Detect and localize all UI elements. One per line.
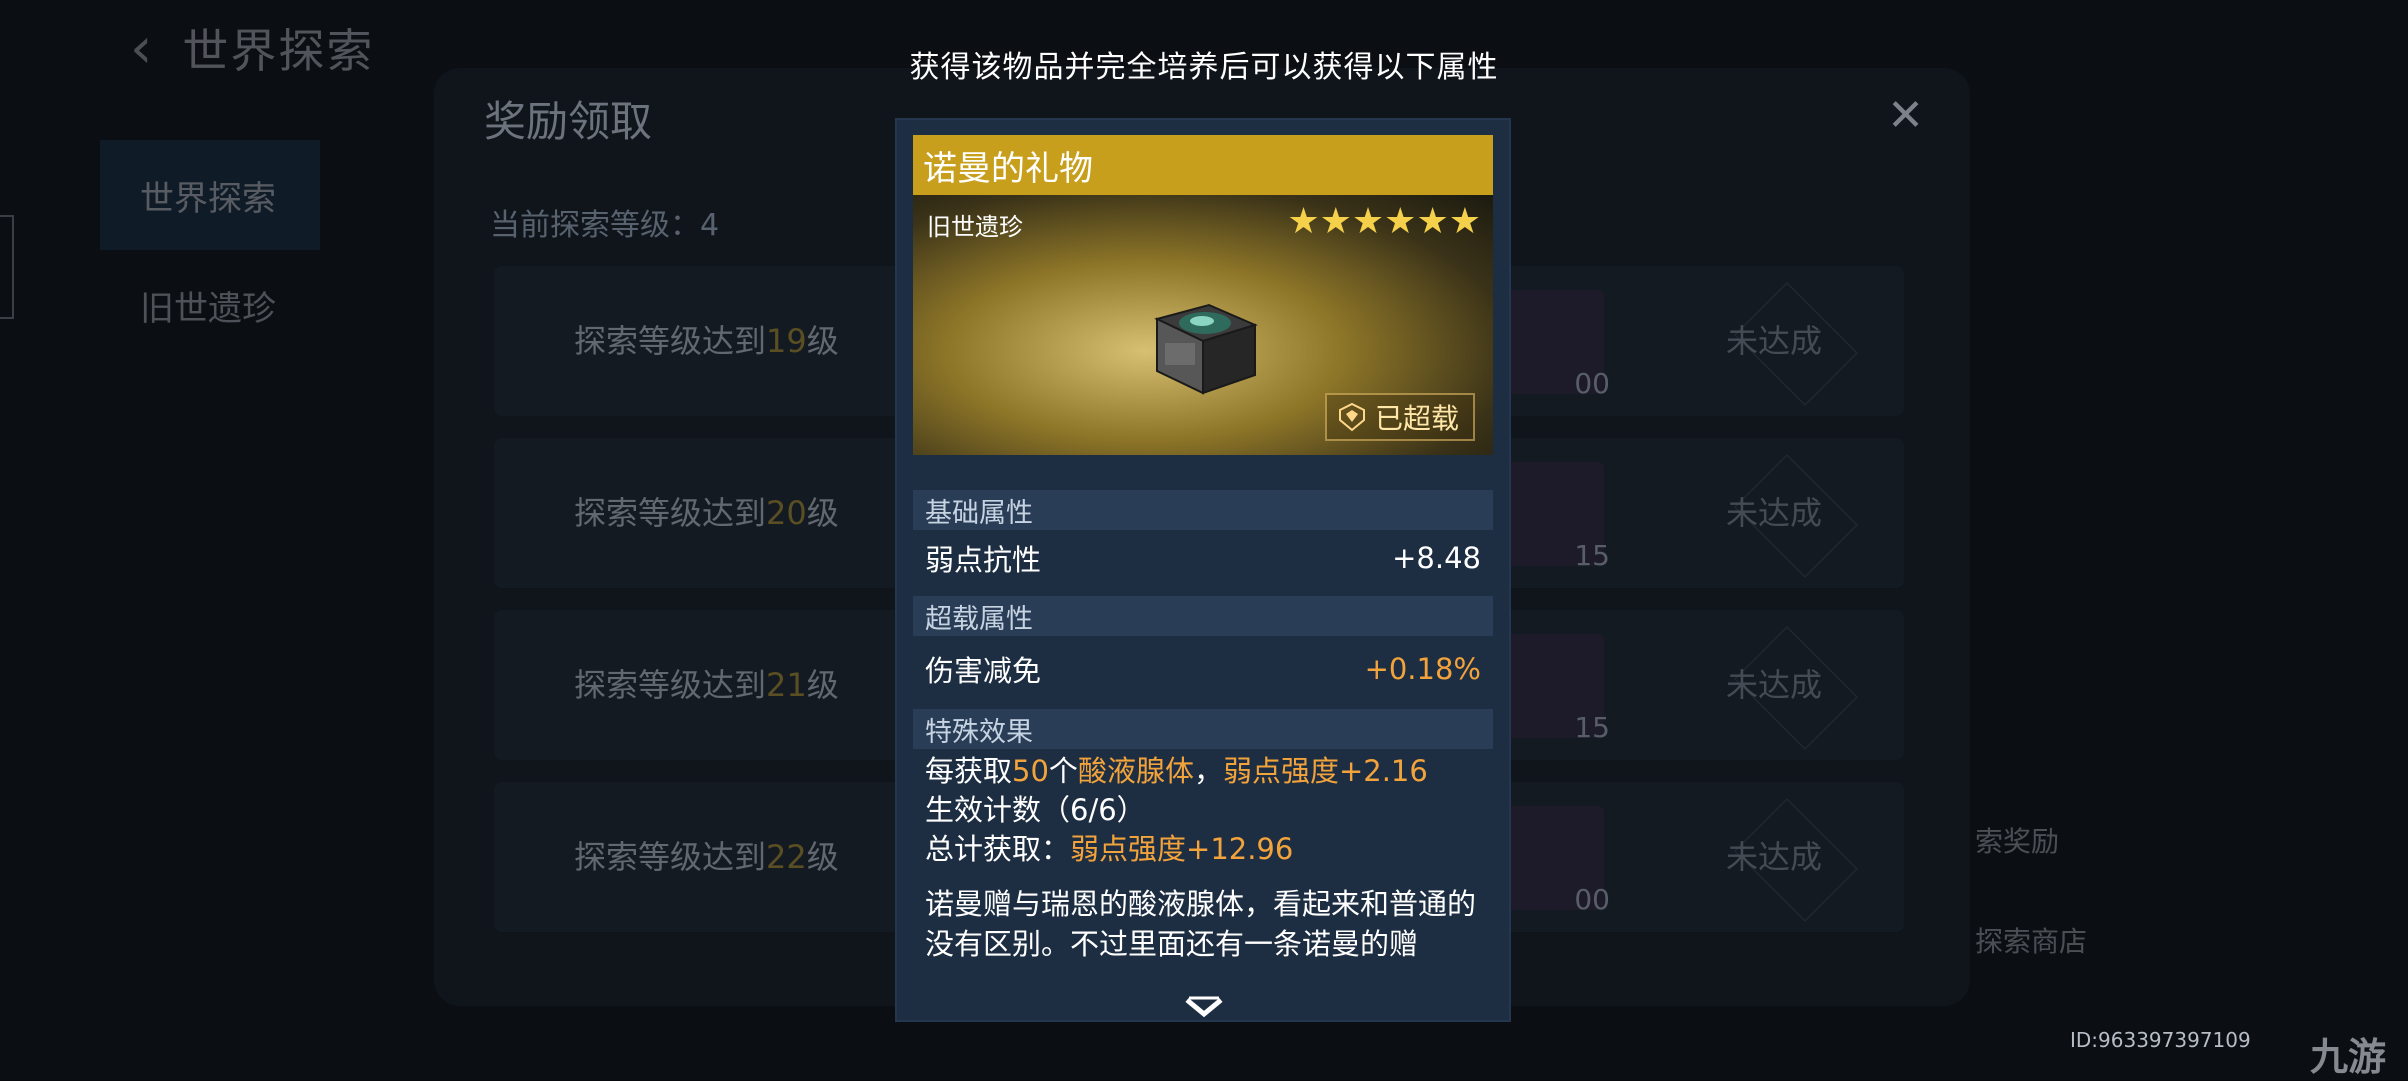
bg-panel-title: 奖励领取 <box>484 97 653 146</box>
base-attr-row: 弱点抗性 +8.48 <box>913 530 1493 586</box>
attr-value: +8.48 <box>1392 541 1481 575</box>
status-label: 未达成 <box>1725 494 1822 532</box>
bg-sidebar: 世界探索 旧世遗珍 <box>100 140 320 360</box>
sidebar-item-label: 世界探索 <box>140 178 276 219</box>
close-icon[interactable]: ✕ <box>1887 90 1924 141</box>
attr-value: +0.18% <box>1364 652 1481 686</box>
item-description: 诺曼赠与瑞恩的酸液腺体，看起来和普通的没有区别。不过里面还有一条诺曼的赠 <box>925 887 1477 961</box>
base-attr-header: 基础属性 <box>913 490 1493 530</box>
status-label: 未达成 <box>1725 838 1822 876</box>
sidebar-item-world-explore[interactable]: 世界探索 <box>100 140 320 250</box>
status-label: 未达成 <box>1725 322 1822 360</box>
gem-shield-icon <box>1338 402 1365 432</box>
reward-item[interactable]: 15 <box>1494 634 1610 744</box>
special-effect-header: 特殊效果 <box>913 709 1493 749</box>
explore-reward-link[interactable]: 索奖励 <box>1975 820 2087 860</box>
effect-line-1: 每获取50个酸液腺体，弱点强度+2.16 <box>925 754 1428 788</box>
attr-name: 伤害减免 <box>925 654 1042 688</box>
reward-condition: 探索等级达到20级 <box>574 494 839 532</box>
sidebar-item-label: 旧世遗珍 <box>140 288 276 329</box>
reward-item[interactable]: 15 <box>1494 462 1610 572</box>
special-effect-text: 每获取50个酸液腺体，弱点强度+2.16 生效计数（6/6） 总计获取：弱点强度… <box>925 752 1485 869</box>
left-edge-handle <box>0 215 14 319</box>
explore-shop-link[interactable]: 探索商店 <box>1975 920 2087 960</box>
rarity-stars: ★★★★★★ <box>1287 201 1481 242</box>
item-detail-card: 诺曼的礼物 旧世遗珍 ★★★★★★ 已超载 基础属性 弱点抗性 +8.48 超载… <box>897 120 1509 1020</box>
overload-attr-row: 伤害减免 +0.18% <box>913 641 1493 697</box>
relic-box-icon <box>1154 303 1258 395</box>
effect-line-3: 总计获取：弱点强度+12.96 <box>925 832 1294 866</box>
modal-caption: 获得该物品并完全培养后可以获得以下属性 <box>909 50 1499 85</box>
overload-attr-header: 超载属性 <box>913 596 1493 636</box>
effect-line-2: 生效计数（6/6） <box>925 793 1146 827</box>
bg-current-level: 当前探索等级：4 <box>490 208 720 243</box>
reward-condition: 探索等级达到22级 <box>574 838 839 876</box>
reward-item[interactable]: 00 <box>1494 806 1610 916</box>
overload-badge-label: 已超载 <box>1374 402 1459 435</box>
user-id: ID:963397397109 <box>2070 1028 2251 1052</box>
reward-item[interactable]: 00 <box>1494 290 1610 400</box>
item-name: 诺曼的礼物 <box>913 135 1493 195</box>
bg-right-links: 索奖励 探索商店 <box>1975 820 2087 960</box>
attr-name: 弱点抗性 <box>925 543 1042 577</box>
reward-condition: 探索等级达到21级 <box>574 666 839 704</box>
overload-badge: 已超载 <box>1324 393 1475 441</box>
item-hero-banner: 旧世遗珍 ★★★★★★ 已超载 <box>913 195 1493 455</box>
status-label: 未达成 <box>1725 666 1822 704</box>
item-category: 旧世遗珍 <box>927 213 1023 241</box>
sidebar-item-relics[interactable]: 旧世遗珍 <box>100 250 320 360</box>
scroll-down-chevron-icon[interactable] <box>1185 996 1223 1018</box>
watermark-logo: 九游 <box>2310 1035 2387 1079</box>
reward-condition: 探索等级达到19级 <box>574 322 839 360</box>
